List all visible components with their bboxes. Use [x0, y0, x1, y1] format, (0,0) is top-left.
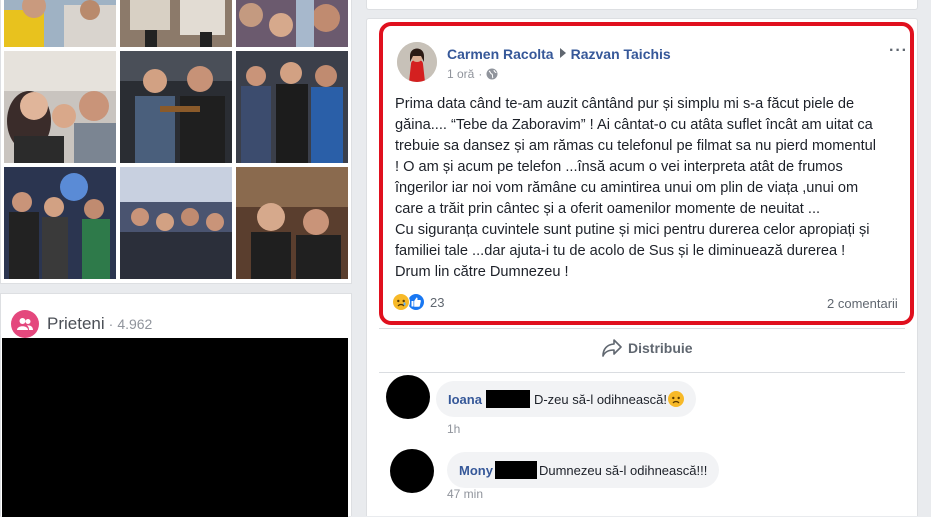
photo-thumbnail[interactable]: [4, 0, 116, 47]
meta-separator: ·: [478, 67, 483, 81]
previous-card-edge: [366, 0, 918, 10]
post-text-line: îngerilor iar noi vom rămâne cu amintire…: [395, 180, 859, 196]
redacted-friends-area: [2, 338, 348, 517]
comment: Mony Dumnezeu să-l odihnească!!!: [390, 449, 720, 493]
photo-thumbnail[interactable]: [4, 51, 116, 163]
divider: [379, 372, 905, 373]
comments-count-link[interactable]: 2 comentarii: [827, 296, 898, 311]
redacted-surname: [494, 461, 537, 479]
friends-count: 4.962: [117, 316, 153, 332]
author-avatar[interactable]: [397, 42, 437, 82]
reactions-summary[interactable]: 23: [392, 293, 444, 311]
comment-timestamp[interactable]: 1h: [447, 422, 460, 436]
photo-thumbnail[interactable]: [236, 0, 348, 47]
photo-thumbnail[interactable]: [236, 51, 348, 163]
post-timestamp[interactable]: 1 oră: [447, 67, 474, 81]
friends-separator: ·: [108, 316, 114, 332]
post-text-line: trebuie sa dansez și am rămas cu telefon…: [395, 138, 877, 154]
more-options-icon[interactable]: ···: [889, 42, 908, 60]
post-meta: 1 oră ·: [447, 67, 498, 81]
comment-timestamp[interactable]: 47 min: [447, 487, 483, 501]
left-column: Prieteni · 4.962: [0, 0, 352, 517]
friends-title[interactable]: Prieteni: [47, 314, 105, 334]
comment-text: Dumnezeu să-l odihnească!!!: [538, 462, 708, 478]
post-card: Carmen Racolta Razvan Taichis 1 oră · ···…: [366, 18, 918, 516]
commenter-name[interactable]: Ioana: [448, 392, 482, 407]
redacted-surname: [485, 390, 530, 408]
friends-icon: [11, 310, 39, 338]
author-name-link[interactable]: Carmen Racolta: [447, 46, 554, 62]
post-text-line: Cu siguranța cuvintele sunt putine și mi…: [395, 222, 870, 238]
photo-thumbnail[interactable]: [236, 167, 348, 279]
sad-reaction-icon: [392, 293, 410, 311]
post-text-line: care a trăit prin cântec și a oferit oam…: [395, 201, 821, 217]
share-label: Distribuie: [628, 340, 693, 356]
comment-bubble: Ioana D-zeu să-l odihnească!: [436, 381, 696, 417]
photo-thumbnail[interactable]: [120, 167, 232, 279]
share-button[interactable]: Distribuie: [602, 339, 693, 357]
sad-emoji-icon: [667, 391, 684, 407]
commenter-avatar[interactable]: [386, 375, 430, 419]
post-text-line: Drum lin către Dumnezeu !: [395, 264, 569, 280]
commenter-avatar[interactable]: [390, 449, 434, 493]
post-text: Prima data când te-am auzit cântând pur …: [395, 94, 907, 283]
share-arrow-icon: [602, 339, 622, 357]
comment-bubble: Mony Dumnezeu să-l odihnească!!!: [447, 452, 720, 488]
right-column: Carmen Racolta Razvan Taichis 1 oră · ···…: [366, 0, 918, 516]
friends-header[interactable]: Prieteni · 4.962: [11, 310, 152, 338]
target-name-link[interactable]: Razvan Taichis: [571, 46, 671, 62]
photo-thumbnail[interactable]: [120, 51, 232, 163]
photo-thumbnail[interactable]: [4, 167, 116, 279]
post-text-line: ! O am și acum pe telefon ...însă acum o…: [395, 159, 843, 175]
photos-card: [0, 0, 352, 284]
post-author-line: Carmen Racolta Razvan Taichis: [447, 46, 671, 62]
divider: [379, 328, 905, 329]
commenter-name[interactable]: Mony: [459, 463, 493, 478]
globe-icon[interactable]: [486, 68, 498, 80]
arrow-right-icon: [559, 48, 566, 58]
post-text-line: familiei tale ...dar ajuta-i tu de acolo…: [395, 243, 846, 259]
friends-card: Prieteni · 4.962: [0, 293, 352, 517]
post-text-line: găina.... “Tebe da Zaboravim” ! Ai cânta…: [395, 117, 873, 133]
photo-thumbnail[interactable]: [120, 0, 232, 47]
comment-text: D-zeu să-l odihnească!: [533, 391, 667, 407]
post-text-line: Prima data când te-am auzit cântând pur …: [395, 96, 855, 112]
reaction-count: 23: [430, 294, 445, 310]
comment: Ioana D-zeu să-l odihnească!: [386, 375, 696, 419]
